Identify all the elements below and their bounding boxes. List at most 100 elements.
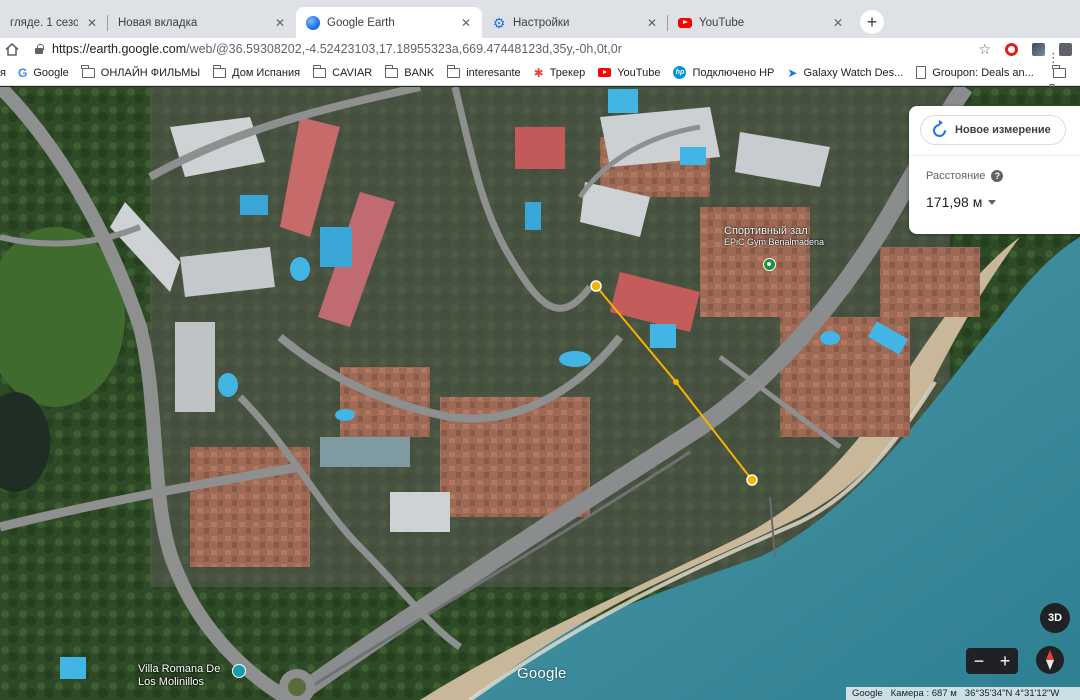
- new-measurement-label: Новое измерение: [955, 124, 1051, 136]
- bookmark-folder-caviar[interactable]: CAVIAR: [312, 64, 373, 79]
- close-icon[interactable]: ✕: [458, 15, 474, 31]
- roundabout-center: [288, 678, 306, 696]
- bookmark-youtube[interactable]: YouTube: [598, 67, 660, 79]
- tab-title: Настройки: [513, 16, 570, 29]
- swimming-pool: [335, 409, 355, 421]
- image-extension-icon[interactable]: [1032, 42, 1045, 56]
- building-block: [700, 207, 810, 317]
- tab-title: YouTube: [699, 16, 745, 29]
- bookmark-label: CAVIAR: [332, 66, 373, 79]
- compass-button[interactable]: [1036, 646, 1064, 674]
- bookmarks-bar: я G Google ОНЛАЙН ФИЛЬМЫ Дом Испания CAV…: [0, 50, 1080, 96]
- google-icon: G: [17, 65, 28, 80]
- poi-gym-label[interactable]: Спортивный зал EPiC Gym Benalmadena: [724, 226, 824, 248]
- compass-icon: [1046, 650, 1054, 670]
- bookmark-label: Google: [33, 66, 69, 79]
- panel-divider: [909, 155, 1080, 156]
- new-tab-button[interactable]: +: [860, 10, 884, 34]
- bookmark-label: ОНЛАЙН ФИЛЬМЫ: [100, 66, 201, 79]
- measure-mid-point[interactable]: [673, 379, 679, 385]
- status-bar: Google Камера : 687 м 36°35'34"N 4°31'12…: [846, 687, 1080, 700]
- tab-settings[interactable]: ⚙ Настройки ✕: [482, 7, 668, 38]
- bookmark-folder-films[interactable]: ОНЛАЙН ФИЛЬМЫ: [81, 64, 201, 79]
- refresh-icon: [930, 120, 949, 140]
- white-building: [175, 322, 215, 412]
- bookmark-label: BANK: [404, 66, 435, 79]
- bookmark-label: Трекер: [549, 66, 586, 79]
- measure-start-point[interactable]: [590, 280, 602, 292]
- folder-icon: [81, 64, 95, 78]
- swimming-pool: [218, 373, 238, 397]
- youtube-icon: [598, 68, 612, 77]
- bookmark-label: Groupon: Deals an...: [932, 66, 1034, 79]
- caret-down-icon: [988, 199, 997, 205]
- address-bar[interactable]: https://earth.google.com/web/@36.5930820…: [34, 39, 978, 59]
- poi-villa-label[interactable]: Villa Romana De Los Molinillos: [138, 663, 220, 689]
- home-button[interactable]: [2, 42, 22, 56]
- bookmark-label: interesante: [466, 66, 521, 79]
- folder-icon: [446, 64, 461, 78]
- bookmark-label: Galaxy Watch Des...: [803, 66, 904, 79]
- gym-pin-icon[interactable]: [763, 258, 776, 271]
- address-toolbar: https://earth.google.com/web/@36.5930820…: [0, 38, 1080, 60]
- swimming-pool: [608, 89, 638, 113]
- earth-icon: [306, 15, 320, 30]
- new-measurement-button[interactable]: Новое измерение: [920, 115, 1066, 145]
- tab-title: гляде. 1 сезон. 17 с: [10, 16, 78, 29]
- folder-icon: [212, 64, 227, 78]
- measure-end-point[interactable]: [746, 474, 758, 486]
- tab-series[interactable]: гляде. 1 сезон. 17 с ✕: [0, 7, 108, 38]
- bookmark-folder-interesante[interactable]: interesante: [446, 64, 521, 79]
- measure-panel: Новое измерение Расстояние ? 171,98 м: [909, 106, 1080, 234]
- bookmark-star-icon[interactable]: ☆: [978, 41, 991, 58]
- landmark-pin-icon[interactable]: [232, 664, 246, 678]
- bookmark-item[interactable]: я: [0, 67, 6, 79]
- distance-label-text: Расстояние: [926, 170, 986, 182]
- swimming-pool: [525, 202, 541, 230]
- swimming-pool: [240, 195, 268, 215]
- home-icon: [5, 42, 19, 56]
- toggle-3d-button[interactable]: 3D: [1040, 603, 1070, 633]
- tab-google-earth[interactable]: Google Earth ✕: [296, 7, 482, 38]
- galaxy-icon: ➤: [787, 65, 798, 80]
- distance-value-dropdown[interactable]: 171,98 м: [926, 194, 997, 210]
- distance-label: Расстояние ?: [926, 170, 1004, 182]
- tab-new-tab[interactable]: Новая вкладка ✕: [108, 7, 296, 38]
- bookmark-galaxy-watch[interactable]: ➤ Galaxy Watch Des...: [787, 66, 903, 80]
- url-host: https://earth.google.com: [52, 42, 187, 56]
- building-block: [880, 247, 980, 317]
- close-icon[interactable]: ✕: [272, 15, 288, 31]
- url-path: /web/@36.59308202,-4.52423103,17.1895532…: [186, 42, 622, 56]
- folder-icon: [1052, 64, 1066, 78]
- bookmark-google[interactable]: G Google: [18, 66, 69, 80]
- close-icon[interactable]: ✕: [830, 15, 846, 31]
- bookmark-label: Дом Испания: [232, 66, 301, 79]
- opera-extension-icon[interactable]: [1005, 42, 1018, 56]
- zoom-in-button[interactable]: +: [992, 648, 1018, 674]
- folder-icon: [312, 64, 327, 78]
- cursor-coordinates: 36°35'34"N 4°31'12"W: [964, 688, 1060, 699]
- distance-value: 171,98 м: [926, 194, 983, 210]
- tower-building: [515, 127, 565, 169]
- tab-title: Новая вкладка: [118, 16, 198, 29]
- poi-villa-line2: Los Molinillos: [138, 676, 205, 688]
- bookmark-groupon[interactable]: Groupon: Deals an...: [916, 66, 1034, 79]
- tab-title: Google Earth: [327, 16, 395, 29]
- zoom-out-button[interactable]: −: [966, 648, 992, 674]
- white-building: [390, 492, 450, 532]
- bookmark-tracker[interactable]: ✱ Трекер: [534, 66, 586, 80]
- tab-youtube[interactable]: YouTube ✕: [668, 7, 854, 38]
- attribution-text[interactable]: Google: [852, 688, 883, 699]
- bookmark-label: я: [0, 66, 6, 79]
- close-icon[interactable]: ✕: [84, 15, 100, 31]
- poi-villa-line1: Villa Romana De: [138, 663, 221, 675]
- swimming-pool: [290, 257, 310, 281]
- tab-strip: гляде. 1 сезон. 17 с ✕ Новая вкладка ✕ G…: [0, 0, 1080, 38]
- close-icon[interactable]: ✕: [644, 15, 660, 31]
- bookmark-hp[interactable]: hp Подключено HP: [673, 66, 774, 79]
- help-icon[interactable]: ?: [991, 170, 1004, 182]
- white-building: [320, 437, 410, 467]
- bookmark-folder-spain-house[interactable]: Дом Испания: [212, 64, 301, 79]
- bookmark-folder-bank[interactable]: BANK: [384, 64, 435, 79]
- swimming-pool: [60, 657, 86, 679]
